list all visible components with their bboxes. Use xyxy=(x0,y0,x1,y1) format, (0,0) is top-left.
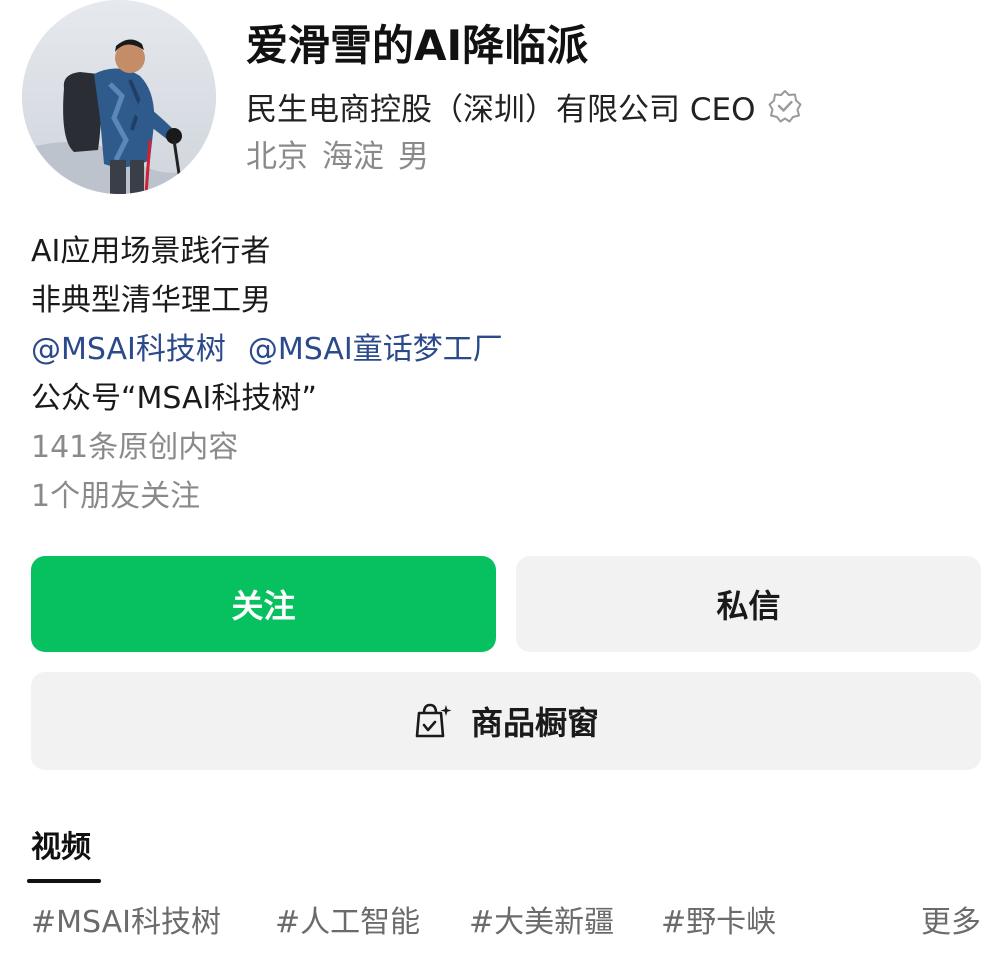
shop-window-label: 商品橱窗 xyxy=(470,704,599,742)
gender-label: 男 xyxy=(398,139,429,175)
mention-link-msai-fairy-tale[interactable]: @MSAI童话梦工厂 xyxy=(248,332,503,367)
location-district: 海淀 xyxy=(322,139,384,175)
tab-video[interactable]: 视频 xyxy=(31,826,91,870)
tag-beautiful-xinjiang[interactable]: #大美新疆 xyxy=(469,898,614,948)
avatar-photo xyxy=(22,0,216,194)
location-city: 北京 xyxy=(246,139,308,175)
tag-artificial-intelligence[interactable]: #人工智能 xyxy=(275,898,420,948)
original-content-count[interactable]: 141条原创内容 xyxy=(31,423,503,472)
mention-link-msai-tech-tree[interactable]: @MSAI科技树 xyxy=(31,332,226,367)
verified-badge-icon[interactable] xyxy=(768,89,802,123)
shop-window-button[interactable]: 商品橱窗 xyxy=(31,672,981,770)
company-title: 民生电商控股（深圳）有限公司 CEO xyxy=(246,91,756,128)
follow-button-label: 关注 xyxy=(231,587,296,625)
bio-line: 非典型清华理工男 xyxy=(31,283,271,318)
bio-section: AI应用场景践行者 非典型清华理工男 @MSAI科技树 @MSAI童话梦工厂 公众… xyxy=(31,227,503,521)
message-button-label: 私信 xyxy=(716,587,781,625)
message-button[interactable]: 私信 xyxy=(516,556,981,652)
tag-msai-tech-tree[interactable]: #MSAI科技树 xyxy=(31,898,221,948)
company-row: 民生电商控股（深圳）有限公司 CEO xyxy=(246,82,802,130)
location-gender: 北京 海淀男 xyxy=(246,134,429,180)
tab-active-indicator xyxy=(27,879,101,883)
tag-yeka-gorge[interactable]: #野卡峡 xyxy=(661,898,776,948)
more-tags-link[interactable]: 更多 xyxy=(921,898,981,948)
bio-mentions: @MSAI科技树 @MSAI童话梦工厂 xyxy=(31,325,503,374)
avatar[interactable] xyxy=(22,0,216,194)
bio-line: 公众号“MSAI科技树” xyxy=(31,381,317,416)
friends-following-count[interactable]: 1个朋友关注 xyxy=(31,472,503,521)
profile-name: 爱滑雪的AI降临派 xyxy=(246,21,589,70)
bio-line: AI应用场景践行者 xyxy=(31,234,271,269)
tag-row: #MSAI科技树 #人工智能 #大美新疆 #野卡峡 更多 xyxy=(31,898,981,948)
follow-button[interactable]: 关注 xyxy=(31,556,496,652)
shopping-bag-sparkle-icon xyxy=(413,701,453,741)
